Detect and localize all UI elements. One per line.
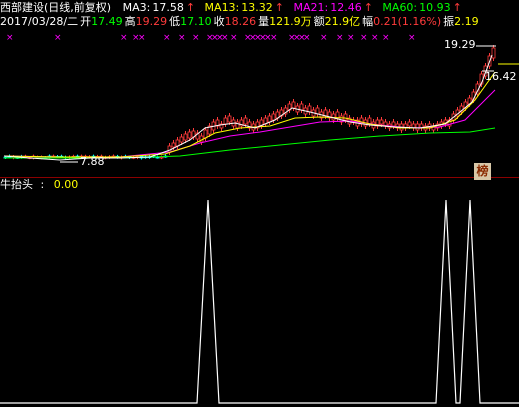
indicator-separator: : [41, 178, 45, 191]
signal-marker: × [360, 33, 368, 43]
candle-body [336, 112, 339, 118]
candle-body [176, 140, 179, 146]
candle-body [244, 118, 247, 124]
low-price-label: 7.88 [80, 155, 105, 169]
signal-marker: × [320, 33, 328, 43]
indicator-value: 0.00 [54, 178, 79, 191]
signal-marker: × [54, 33, 62, 43]
signal-markers: × × × ×× × × × ×××× × ×××××× ×××× × × × × × × × [6, 33, 416, 43]
signal-marker: × [163, 33, 171, 43]
candle-body [300, 104, 303, 110]
ma3-line [4, 55, 492, 160]
signal-marker: × [120, 33, 128, 43]
high-price-label: 19.29 [444, 38, 476, 52]
candle-body [188, 132, 191, 138]
signal-marker: × [382, 33, 390, 43]
ma60-line [4, 128, 495, 158]
candle-body [228, 116, 231, 122]
signal-marker: × [270, 33, 278, 43]
candle-body [184, 134, 187, 140]
candle-body [492, 48, 495, 58]
indicator-header: 牛抬头 : 0.00 [0, 178, 78, 192]
signal-marker: × [6, 33, 14, 43]
signal-marker: × [221, 33, 229, 43]
indicator-line [0, 200, 519, 403]
signal-marker: × [408, 33, 416, 43]
signal-marker: × [138, 33, 146, 43]
candlesticks [4, 45, 495, 159]
candle-body [272, 114, 275, 120]
kline-chart[interactable]: × × × ×× × × × ×××× × ×××××× ×××× × × × × × × × [0, 0, 519, 407]
ma13-line [4, 72, 495, 157]
candle-body [392, 122, 395, 126]
right-price-label: 16.42 [485, 70, 517, 84]
signal-marker: × [371, 33, 379, 43]
candle-body [224, 118, 227, 124]
candle-body [268, 116, 271, 122]
indicator-name: 牛抬头 [0, 178, 33, 191]
candle-body [204, 130, 207, 138]
candle-body [408, 122, 411, 126]
candle-body [180, 137, 183, 142]
rank-badge[interactable]: 榜 [474, 163, 491, 180]
candle-body [344, 114, 347, 120]
candle-body [416, 124, 419, 130]
candle-body [308, 106, 311, 112]
signal-marker: × [347, 33, 355, 43]
signal-marker: × [178, 33, 186, 43]
signal-marker: × [192, 33, 200, 43]
candle-body [380, 120, 383, 124]
candle-body [160, 157, 163, 158]
signal-marker: × [230, 33, 238, 43]
signal-marker: × [336, 33, 344, 43]
candle-body [292, 102, 295, 108]
candle-body [168, 146, 171, 152]
signal-marker: × [303, 33, 311, 43]
candle-body [172, 143, 175, 147]
